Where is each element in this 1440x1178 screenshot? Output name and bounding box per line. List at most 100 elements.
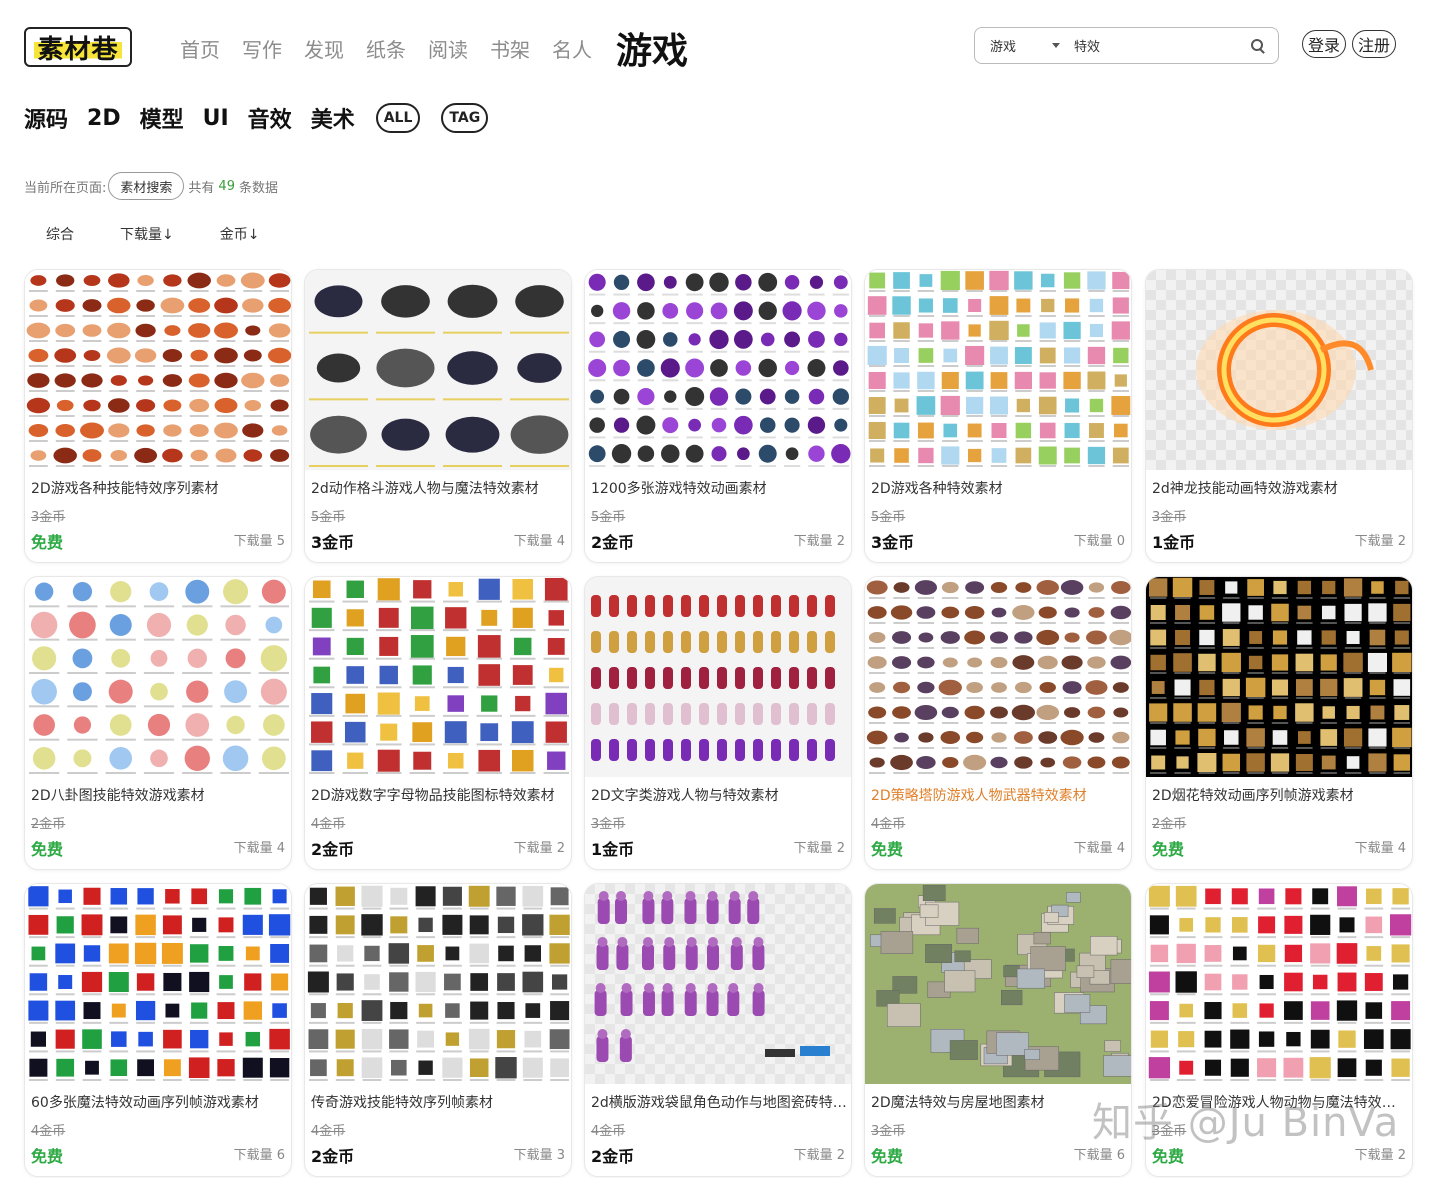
- material-card[interactable]: 60多张魔法特效动画序列帧游戏素材 4金币 免费 下载量 6: [24, 883, 292, 1177]
- download-count: 下载量 5: [233, 534, 285, 549]
- download-count: 下载量 2: [793, 841, 845, 856]
- current-price: 3金币: [871, 533, 915, 552]
- nav-games[interactable]: 游戏: [616, 22, 688, 74]
- watermark: 知乎 @Ju BinVa: [1092, 1100, 1400, 1146]
- nav-home[interactable]: 首页: [180, 34, 220, 63]
- material-thumbnail[interactable]: [305, 270, 571, 470]
- material-thumbnail[interactable]: [1146, 577, 1412, 777]
- current-price: 免费: [31, 1147, 64, 1166]
- material-thumbnail[interactable]: [25, 270, 291, 470]
- nav-bookshelf[interactable]: 书架: [490, 34, 530, 63]
- current-price: 免费: [1152, 840, 1185, 859]
- material-card[interactable]: 2D策略塔防游戏人物武器特效素材 4金币 免费 下载量 4: [864, 576, 1132, 870]
- material-title[interactable]: 2D八卦图技能特效游戏素材: [31, 785, 287, 805]
- sort-coins[interactable]: 金币↓: [220, 224, 260, 244]
- category-2d[interactable]: 2D: [87, 106, 121, 131]
- material-title[interactable]: 60多张魔法特效动画序列帧游戏素材: [31, 1092, 287, 1112]
- material-card[interactable]: 传奇游戏技能特效序列帧素材 4金币 2金币 下载量 3: [304, 883, 572, 1177]
- material-card[interactable]: 2D烟花特效动画序列帧游戏素材 2金币 免费 下载量 4: [1145, 576, 1413, 870]
- current-price: 2金币: [591, 1147, 635, 1166]
- download-count: 下载量 0: [1073, 534, 1125, 549]
- original-price: 3金币: [1152, 510, 1187, 525]
- category-tag-button[interactable]: TAG: [441, 103, 489, 133]
- category-all-button[interactable]: ALL: [375, 103, 421, 133]
- material-title[interactable]: 2D文字类游戏人物与特效素材: [591, 785, 847, 805]
- material-thumbnail[interactable]: [585, 884, 851, 1084]
- original-price: 4金币: [591, 1124, 626, 1139]
- material-title[interactable]: 2D策略塔防游戏人物武器特效素材: [871, 785, 1127, 805]
- material-title[interactable]: 2D游戏数字字母物品技能图标特效素材: [311, 785, 567, 805]
- original-price: 2金币: [31, 817, 66, 832]
- material-thumbnail[interactable]: [865, 884, 1131, 1084]
- material-thumbnail[interactable]: [1146, 884, 1412, 1084]
- sort-overall[interactable]: 综合: [46, 224, 74, 244]
- current-price: 免费: [871, 1147, 904, 1166]
- material-thumbnail[interactable]: [305, 884, 571, 1084]
- search-category-select[interactable]: 游戏: [975, 36, 1052, 55]
- original-price: 4金币: [871, 817, 906, 832]
- original-price: 4金币: [31, 1124, 66, 1139]
- material-card[interactable]: 2D游戏各种特效素材 5金币 3金币 下载量 0: [864, 269, 1132, 563]
- category-source[interactable]: 源码: [24, 102, 68, 134]
- material-card[interactable]: 2d横版游戏袋鼠角色动作与地图瓷砖特效素材 4金币 2金币 下载量 2: [584, 883, 852, 1177]
- material-thumbnail[interactable]: [305, 577, 571, 777]
- material-card[interactable]: 2D八卦图技能特效游戏素材 2金币免费 下载量 4: [24, 576, 292, 870]
- download-count: 下载量 2: [1354, 534, 1406, 549]
- download-count: 下载量 4: [513, 534, 565, 549]
- material-title[interactable]: 2D游戏各种技能特效序列素材: [31, 478, 287, 498]
- search-icon[interactable]: [1250, 38, 1266, 54]
- material-card[interactable]: 2D游戏数字字母物品技能图标特效素材 4金币 2金币 下载量 2: [304, 576, 572, 870]
- material-card[interactable]: 2D文字类游戏人物与特效素材 3金币 1金币 下载量 2: [584, 576, 852, 870]
- material-card[interactable]: 2D游戏各种技能特效序列素材 3金币 免费 下载量 5: [24, 269, 292, 563]
- register-button[interactable]: 注册: [1352, 30, 1397, 58]
- sort-bar: 综合 下载量↓ 金币↓: [46, 224, 305, 244]
- material-thumbnail[interactable]: [865, 270, 1131, 470]
- material-title[interactable]: 2d动作格斗游戏人物与魔法特效素材: [311, 478, 567, 498]
- search-input[interactable]: 特效: [1074, 36, 1250, 55]
- material-title[interactable]: 2d横版游戏袋鼠角色动作与地图瓷砖特效素材: [591, 1092, 847, 1112]
- current-price: 免费: [31, 840, 64, 859]
- original-price: 5金币: [311, 510, 346, 525]
- download-count: 下载量 2: [513, 841, 565, 856]
- material-thumbnail[interactable]: [1146, 270, 1412, 470]
- nav-celebrity[interactable]: 名人: [552, 34, 592, 63]
- category-model[interactable]: 模型: [140, 102, 184, 134]
- breadcrumb-page[interactable]: 素材搜索: [108, 172, 185, 200]
- original-price: 3金币: [591, 817, 626, 832]
- material-title[interactable]: 1200多张游戏特效动画素材: [591, 478, 847, 498]
- material-title[interactable]: 2D魔法特效与房屋地图素材: [871, 1092, 1127, 1112]
- site-logo[interactable]: 素材巷: [24, 27, 132, 67]
- material-title[interactable]: 2D烟花特效动画序列帧游戏素材: [1152, 785, 1408, 805]
- chevron-down-icon[interactable]: [1052, 43, 1060, 48]
- material-card[interactable]: 2d动作格斗游戏人物与魔法特效素材 5金币 3金币 下载量 4: [304, 269, 572, 563]
- nav-write[interactable]: 写作: [242, 34, 282, 63]
- material-thumbnail[interactable]: [25, 884, 291, 1084]
- download-count: 下载量 2: [793, 534, 845, 549]
- sort-downloads[interactable]: 下载量↓: [120, 224, 174, 244]
- original-price: 2金币: [1152, 817, 1187, 832]
- current-price: 免费: [871, 840, 904, 859]
- logo-text: 素材巷: [34, 28, 122, 66]
- material-title[interactable]: 2D游戏各种特效素材: [871, 478, 1127, 498]
- original-price: 3金币: [31, 510, 66, 525]
- nav-read[interactable]: 阅读: [428, 34, 468, 63]
- current-price: 1金币: [1152, 533, 1196, 552]
- material-thumbnail[interactable]: [865, 577, 1131, 777]
- material-title[interactable]: 传奇游戏技能特效序列帧素材: [311, 1092, 567, 1112]
- download-count: 下载量 4: [233, 841, 285, 856]
- current-price: 1金币: [591, 840, 635, 859]
- material-card[interactable]: 2d神龙技能动画特效游戏素材 3金币 1金币 下载量 2: [1145, 269, 1413, 563]
- material-thumbnail[interactable]: [585, 577, 851, 777]
- nav-discover[interactable]: 发现: [304, 34, 344, 63]
- category-audio[interactable]: 音效: [248, 102, 292, 134]
- category-art[interactable]: 美术: [311, 102, 355, 134]
- download-count: 下载量 2: [793, 1148, 845, 1163]
- nav-notes[interactable]: 纸条: [366, 34, 406, 63]
- material-thumbnail[interactable]: [25, 577, 291, 777]
- material-thumbnail[interactable]: [585, 270, 851, 470]
- login-button[interactable]: 登录: [1302, 30, 1347, 58]
- original-price: 4金币: [311, 1124, 346, 1139]
- material-card[interactable]: 1200多张游戏特效动画素材 5金币 2金币 下载量 2: [584, 269, 852, 563]
- material-title[interactable]: 2d神龙技能动画特效游戏素材: [1152, 478, 1408, 498]
- category-ui[interactable]: UI: [203, 106, 229, 131]
